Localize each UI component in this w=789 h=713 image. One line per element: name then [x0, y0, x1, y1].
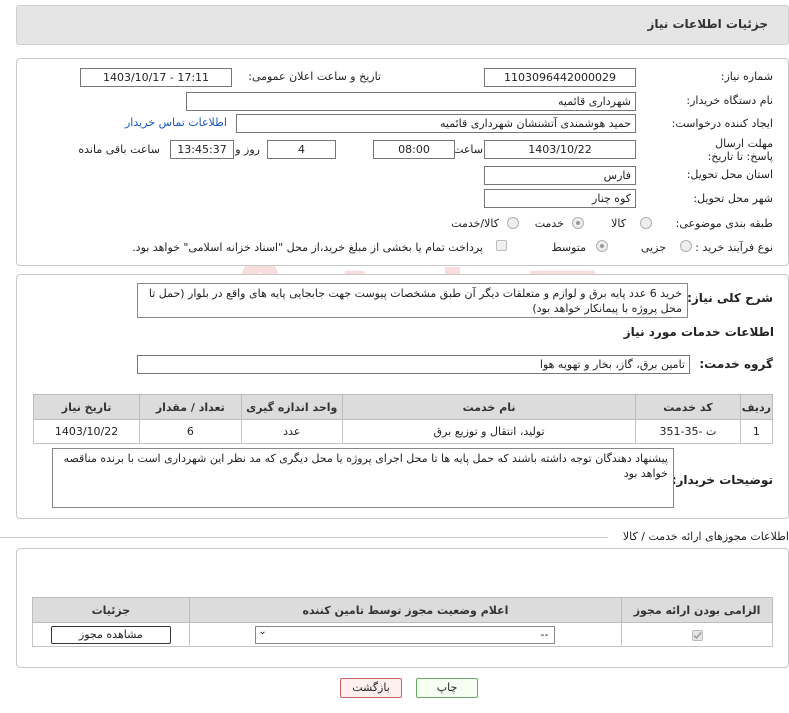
- process-option-minor: جزیی: [640, 241, 666, 254]
- chevron-down-icon: ⌄: [258, 625, 267, 637]
- group-label: گروه خدمت:: [699, 357, 773, 371]
- col-unit: واحد اندازه گیری: [240, 394, 344, 420]
- need-number-field[interactable]: 1103096442000029: [484, 68, 636, 87]
- col-name: نام خدمت: [342, 394, 637, 420]
- province-field[interactable]: فارس: [484, 166, 636, 185]
- category-radio-service[interactable]: [572, 217, 584, 229]
- desc-field[interactable]: خرید 6 عدد پایه برق و لوازم و متعلقات دی…: [137, 283, 688, 318]
- contact-buyer-link[interactable]: اطلاعات تماس خریدار: [125, 116, 227, 129]
- cell-row: 1: [739, 419, 774, 444]
- buyer-org-field[interactable]: شهرداری قائمیه: [186, 92, 636, 111]
- days-field[interactable]: 4: [267, 140, 336, 159]
- cell-name: تولید، انتقال و توزیع برق: [342, 419, 637, 444]
- table-row: 1 ت -35-351 تولید، انتقال و توزیع برق عد…: [32, 419, 774, 444]
- services-title: اطلاعات خدمات مورد نیاز: [623, 325, 774, 339]
- announce-field[interactable]: 1403/10/17 - 17:11: [80, 68, 232, 87]
- buyer-notes-field[interactable]: پیشنهاد دهندگان توجه داشته باشند که حمل …: [52, 448, 674, 508]
- back-button[interactable]: بازگشت: [340, 678, 402, 698]
- permit-status-select[interactable]: ⌄ --: [255, 625, 556, 644]
- table-header-row: ردیف کد خدمت نام خدمت واحد اندازه گیری ت…: [32, 394, 774, 420]
- process-option-medium: متوسط: [551, 241, 586, 254]
- category-radio-goods[interactable]: [640, 217, 652, 229]
- remaining-time-field[interactable]: 13:45:37: [170, 140, 234, 159]
- permits-row: ⌄ -- مشاهده مجوز: [32, 622, 773, 647]
- col-permit-details: جزئیات: [32, 597, 190, 623]
- cell-date: 1403/10/22: [32, 419, 141, 444]
- permits-table: الزامی بودن ارائه مجوز اعلام وضعیت مجوز …: [32, 597, 773, 647]
- services-table: ردیف کد خدمت نام خدمت واحد اندازه گیری ت…: [32, 394, 774, 444]
- category-option-goods-service: کالا/خدمت: [451, 217, 499, 230]
- permits-title: اطلاعات مجوزهای ارائه خدمت / کالا: [622, 530, 789, 543]
- permit-required-cell: [621, 622, 773, 647]
- process-radio-medium[interactable]: [596, 240, 608, 252]
- deadline-time-field[interactable]: 08:00: [373, 140, 455, 159]
- process-radio-minor[interactable]: [680, 240, 692, 252]
- cell-qty: 6: [139, 419, 242, 444]
- remaining-label: ساعت باقی مانده: [78, 143, 160, 156]
- deadline-label: مهلت ارسال پاسخ: تا تاریخ:: [707, 137, 773, 163]
- desc-label: شرح کلی نیاز:: [687, 291, 773, 305]
- announce-label: تاریخ و ساعت اعلان عمومی:: [248, 70, 381, 83]
- days-label: روز و: [235, 143, 260, 156]
- buyer-notes-label: توضیحات خریدار:: [671, 473, 773, 487]
- city-label: شهر محل تحویل:: [693, 192, 773, 205]
- col-code: کد خدمت: [635, 394, 741, 420]
- print-button[interactable]: چاپ: [416, 678, 478, 698]
- province-label: استان محل تحویل:: [686, 168, 773, 181]
- col-date: تاریخ نیاز: [32, 394, 141, 420]
- time-label: ساعت: [453, 143, 483, 156]
- info-panel: [16, 58, 789, 266]
- col-qty: تعداد / مقدار: [139, 394, 242, 420]
- category-radio-goods-service[interactable]: [507, 217, 519, 229]
- payment-note: پرداخت تمام یا بخشی از مبلغ خرید،از محل …: [132, 241, 483, 254]
- category-option-service: خدمت: [534, 217, 564, 230]
- creator-field[interactable]: حمید هوشمندی آتشنشان شهرداری قائمیه: [236, 114, 636, 133]
- permits-header-row: الزامی بودن ارائه مجوز اعلام وضعیت مجوز …: [32, 597, 773, 623]
- cell-unit: عدد: [240, 419, 344, 444]
- city-field[interactable]: کوه چنار: [484, 189, 636, 208]
- page-header: جزئیات اطلاعات نیاز: [16, 5, 789, 45]
- permit-status-cell: ⌄ --: [188, 622, 623, 647]
- view-permit-button[interactable]: مشاهده مجوز: [50, 625, 171, 644]
- category-option-goods: کالا: [611, 217, 626, 230]
- permit-status-value: --: [540, 627, 549, 641]
- permit-details-cell: مشاهده مجوز: [32, 622, 190, 647]
- creator-label: ایجاد کننده درخواست:: [671, 117, 773, 130]
- permits-divider: [0, 537, 608, 538]
- buyer-org-label: نام دستگاه خریدار:: [686, 94, 773, 107]
- col-row: ردیف: [739, 394, 774, 420]
- check-icon: [693, 631, 702, 639]
- permit-required-checkbox: [691, 629, 703, 641]
- treasury-checkbox[interactable]: [496, 240, 507, 251]
- page-title: جزئیات اطلاعات نیاز: [647, 17, 768, 31]
- deadline-date-field[interactable]: 1403/10/22: [484, 140, 636, 159]
- group-field[interactable]: تامین برق، گاز، بخار و تهویه هوا: [137, 355, 690, 374]
- cell-code: ت -35-351: [635, 419, 741, 444]
- col-permit-status: اعلام وضعیت مجوز توسط تامین کننده: [188, 597, 623, 623]
- category-label: طبقه بندی موضوعی:: [675, 217, 773, 230]
- process-label: نوع فرآیند خرید :: [695, 241, 773, 254]
- col-permit-required: الزامی بودن ارائه مجوز: [621, 597, 773, 623]
- need-number-label: شماره نیاز:: [720, 70, 773, 83]
